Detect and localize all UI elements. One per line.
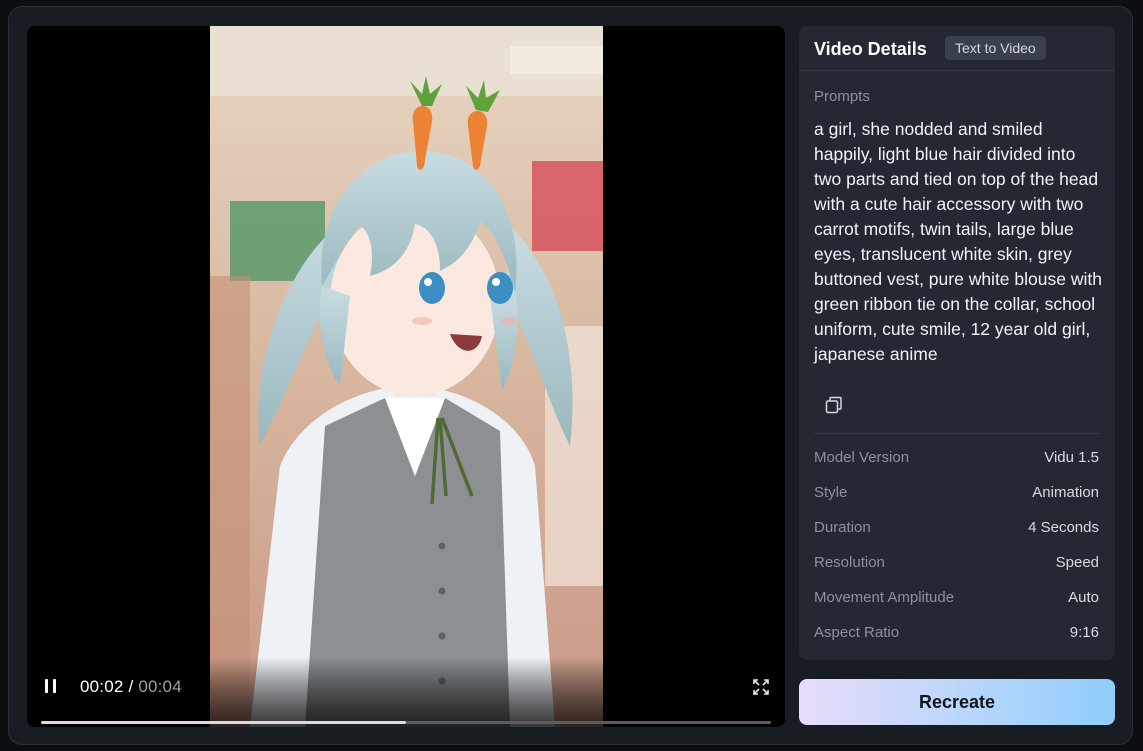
video-details-modal: 00:02 / 00:04 Video Details Text to Vide… (8, 6, 1133, 745)
meta-key: Model Version (814, 449, 910, 466)
prompts-label: Prompts (814, 88, 870, 105)
meta-list: Model Version Vidu 1.5 Style Animation D… (814, 449, 1099, 659)
meta-row-style: Style Animation (814, 484, 1099, 519)
meta-key: Movement Amplitude (814, 589, 955, 606)
panel-header: Video Details Text to Video (799, 26, 1115, 71)
copy-icon[interactable] (824, 395, 844, 415)
details-panel: Video Details Text to Video Prompts a gi… (799, 26, 1115, 660)
meta-row-resolution: Resolution Speed (814, 554, 1099, 589)
total-time: 00:04 (138, 677, 182, 696)
fullscreen-icon[interactable] (752, 678, 770, 696)
meta-value: 9:16 (1069, 624, 1099, 641)
meta-value: Speed (1055, 554, 1099, 571)
meta-key: Style (814, 484, 848, 501)
pause-button[interactable] (42, 678, 60, 694)
meta-key: Duration (814, 519, 871, 536)
divider (814, 433, 1100, 434)
time-separator: / (123, 677, 139, 696)
panel-title: Video Details (814, 39, 927, 59)
meta-value: Vidu 1.5 (1044, 449, 1099, 466)
prompt-text: a girl, she nodded and smiled happily, l… (814, 119, 1102, 364)
meta-row-model-version: Model Version Vidu 1.5 (814, 449, 1099, 484)
recreate-button[interactable]: Recreate (799, 679, 1115, 725)
current-time: 00:02 (80, 677, 124, 696)
meta-key: Aspect Ratio (814, 624, 900, 641)
video-frame (210, 26, 603, 727)
meta-row-duration: Duration 4 Seconds (814, 519, 1099, 554)
meta-value: 4 Seconds (1028, 519, 1099, 536)
video-player[interactable]: 00:02 / 00:04 (27, 26, 785, 727)
mode-tag: Text to Video (945, 36, 1046, 60)
meta-row-aspect-ratio: Aspect Ratio 9:16 (814, 624, 1099, 659)
time-display: 00:02 / 00:04 (80, 677, 182, 697)
progress-bar[interactable] (41, 721, 771, 724)
meta-value: Auto (1068, 589, 1099, 606)
meta-row-movement-amplitude: Movement Amplitude Auto (814, 589, 1099, 624)
progress-fill (41, 721, 406, 724)
meta-value: Animation (1032, 484, 1099, 501)
meta-key: Resolution (814, 554, 885, 571)
